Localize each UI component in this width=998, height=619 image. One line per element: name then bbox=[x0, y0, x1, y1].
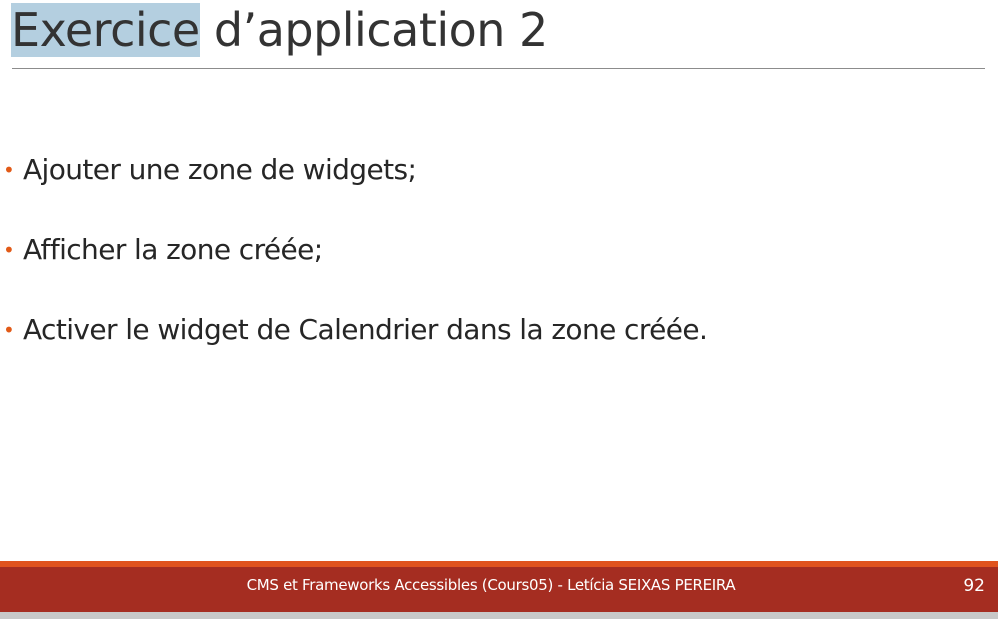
title-rest: d’application 2 bbox=[199, 3, 548, 57]
bullet-text: Ajouter une zone de widgets; bbox=[23, 153, 417, 186]
bullet-text: Afficher la zone créée; bbox=[23, 233, 323, 266]
bullet-text: Activer le widget de Calendrier dans la … bbox=[23, 313, 708, 346]
title-divider bbox=[12, 68, 985, 69]
slide-title: Exercice d’application 2 bbox=[11, 3, 548, 57]
footer-bottom-strip bbox=[0, 612, 998, 619]
footer-caption: CMS et Frameworks Accessibles (Cours05) … bbox=[246, 576, 736, 594]
page-number: 92 bbox=[963, 576, 985, 596]
bullet-marker-icon: • bbox=[3, 238, 15, 262]
title-selected-word: Exercice bbox=[11, 3, 200, 57]
slide-footer: CMS et Frameworks Accessibles (Cours05) … bbox=[0, 567, 998, 612]
slide: Exercice d’application 2 • Ajouter une z… bbox=[0, 0, 998, 619]
bullet-marker-icon: • bbox=[3, 158, 15, 182]
bullet-marker-icon: • bbox=[3, 318, 15, 342]
